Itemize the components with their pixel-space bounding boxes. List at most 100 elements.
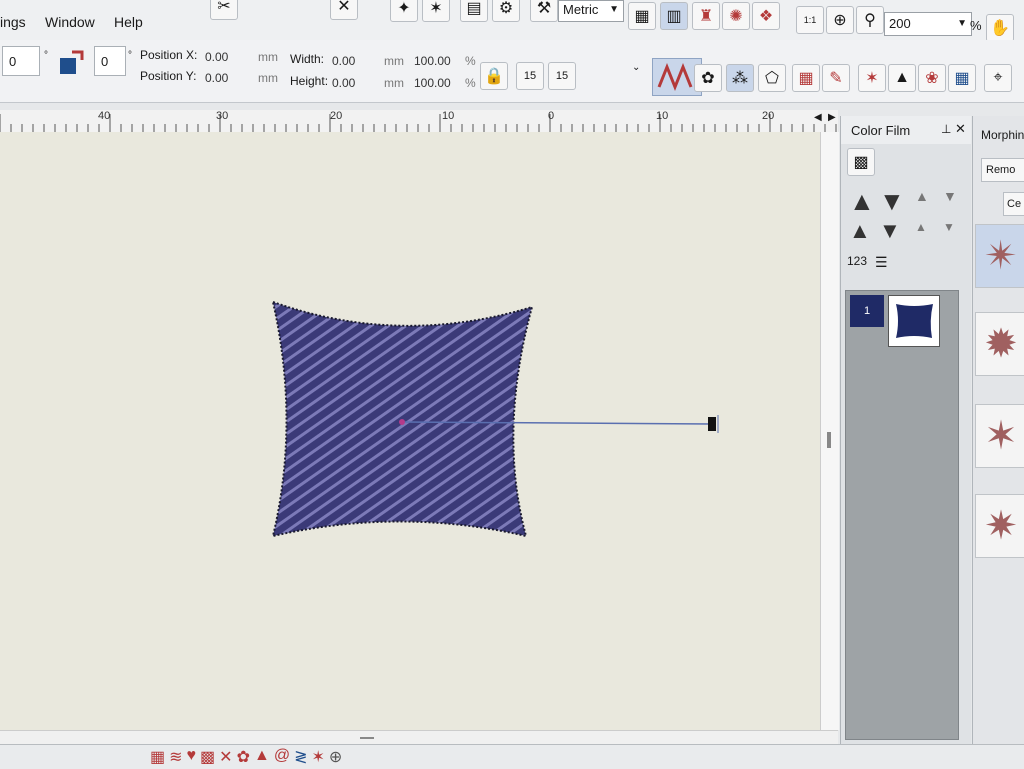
ruler-label: 40	[98, 110, 111, 122]
chevron-double-down-icon[interactable]: ⌄	[632, 62, 640, 73]
spiral-icon[interactable]: ✺	[722, 2, 750, 30]
embroidery-design[interactable]	[0, 132, 820, 730]
height-value[interactable]: 0.00	[332, 76, 355, 90]
wave-pattern-icon[interactable]: ≋	[169, 747, 182, 767]
sparkle-icon[interactable]: ✦	[390, 0, 418, 22]
menu-settings[interactable]: ings	[0, 14, 26, 30]
lock-ratio-icon[interactable]: 🔒	[480, 62, 508, 90]
vertical-scrollbar[interactable]	[820, 132, 839, 730]
height-percent[interactable]: 100.00	[414, 76, 451, 90]
scissors-icon[interactable]: ✕	[330, 0, 358, 20]
menu-window[interactable]: Window	[45, 14, 95, 30]
move-top-small-icon[interactable]: ▲	[915, 220, 927, 234]
document-icon[interactable]: ▤	[460, 0, 488, 22]
star-icon: ✹	[984, 322, 1018, 366]
image-icon[interactable]: ▦	[628, 2, 656, 30]
film-thumbnail[interactable]	[888, 295, 940, 347]
rotate-icon[interactable]	[56, 48, 86, 76]
scroll-thumb[interactable]	[360, 737, 374, 739]
morph-star-thumb[interactable]: ✴	[975, 224, 1024, 288]
settings-gear-icon[interactable]: ⚙	[492, 0, 520, 22]
quilt-icon[interactable]: ❖	[752, 2, 780, 30]
units-select[interactable]: Metric ▼	[558, 0, 624, 22]
close-icon[interactable]: ✕	[955, 121, 966, 137]
move-top-icon[interactable]: ▲	[849, 218, 871, 244]
color-film-list[interactable]: 1	[845, 290, 959, 740]
morph-star-thumb[interactable]: ✹	[975, 312, 1024, 376]
move-up-icon[interactable]: ▲	[849, 186, 875, 217]
film-index-badge[interactable]: 1	[850, 295, 884, 327]
tools-icon[interactable]: ⚒	[530, 0, 558, 22]
pin-icon[interactable]: ⊥	[941, 122, 951, 136]
ruler-label: 20	[330, 110, 343, 122]
move-down-icon[interactable]: ▼	[879, 186, 905, 217]
move-down-small-icon[interactable]: ▼	[943, 188, 957, 204]
film-icon[interactable]: ▥	[660, 2, 688, 30]
heart-pattern-icon[interactable]: ♥	[187, 747, 197, 767]
ruler-scroll-left-icon[interactable]: ◀	[814, 112, 822, 123]
position-x-unit: mm	[258, 50, 278, 64]
scatter-icon[interactable]: ⁂	[726, 64, 754, 92]
zoom-fit-icon[interactable]: ⊕	[826, 6, 854, 34]
width-value[interactable]: 0.00	[332, 54, 355, 68]
sequence-numbers-label[interactable]: 123	[847, 254, 867, 268]
stitch-tool-icon[interactable]: ✂	[210, 0, 238, 20]
color-palette-icon[interactable]: ▩	[847, 148, 875, 176]
position-x-value[interactable]: 0.00	[205, 50, 228, 64]
motif-icon[interactable]: ❀	[918, 64, 946, 92]
star-pattern-icon[interactable]: ✶	[311, 747, 324, 767]
morph-star-thumb[interactable]: ✶	[975, 404, 1024, 468]
fill-pattern-icon[interactable]: ▦	[792, 64, 820, 92]
menu-toolbar-bar: ings Window Help ✂ ✕ ✦ ✶ ▤ ⚙ ⚒ Metric ▼ …	[0, 0, 1024, 42]
position-y-value[interactable]: 0.00	[205, 71, 228, 85]
pan-hand-icon[interactable]: ✋	[986, 14, 1014, 42]
ruler-label: 10	[656, 110, 669, 122]
move-up-small-icon[interactable]: ▲	[915, 188, 929, 204]
morph-star-thumb[interactable]: ✷	[975, 494, 1024, 558]
reorder-controls: ▲ ▼ ▲ ▼ ▲ ▼ ▲ ▼	[845, 182, 967, 248]
horizontal-scrollbar[interactable]	[0, 730, 838, 745]
stitched-shape[interactable]	[271, 300, 534, 538]
position-y-label: Position Y:	[140, 69, 197, 83]
angle-input[interactable]: 0	[2, 46, 40, 76]
flower-pattern-icon[interactable]: ✿	[237, 747, 250, 767]
move-bottom-icon[interactable]: ▼	[879, 218, 901, 244]
cross-pattern-icon[interactable]: ✕	[219, 747, 232, 767]
stitch-count-alt-icon[interactable]: 15	[548, 62, 576, 90]
chevron-down-icon: ▼	[957, 18, 967, 29]
sequence-list-icon[interactable]: ☰	[875, 254, 888, 271]
move-bottom-small-icon[interactable]: ▼	[943, 220, 955, 234]
polygon-icon[interactable]: ⬠	[758, 64, 786, 92]
triangle-pattern-icon[interactable]: ▲	[254, 747, 270, 767]
fill-pattern-icon[interactable]: ▦	[150, 747, 165, 767]
grid-icon[interactable]: ▦	[948, 64, 976, 92]
design-canvas[interactable]	[0, 132, 820, 730]
center-point[interactable]	[399, 419, 405, 425]
flower-icon[interactable]: ✿	[694, 64, 722, 92]
shapes-icon[interactable]: ▲	[888, 64, 916, 92]
degree-symbol: °	[44, 50, 48, 61]
grid-pattern-icon[interactable]: ▩	[200, 747, 215, 767]
zigzag-pattern-icon[interactable]: ≷	[294, 747, 307, 767]
ruler-scroll-right-icon[interactable]: ▶	[828, 112, 836, 123]
ruler-label: 30	[216, 110, 229, 122]
rotate-value: 0	[101, 54, 109, 69]
width-percent[interactable]: 100.00	[414, 54, 451, 68]
globe-pattern-icon[interactable]: ⊕	[329, 747, 342, 767]
remove-button[interactable]: Remo	[981, 158, 1024, 182]
star-frame-icon[interactable]: ✶	[422, 0, 450, 22]
scroll-thumb[interactable]	[827, 432, 831, 448]
stitch-count-icon[interactable]: 15	[516, 62, 544, 90]
rotation-handle[interactable]	[708, 417, 716, 431]
target-icon[interactable]: ⌖	[984, 64, 1012, 92]
menu-help[interactable]: Help	[114, 14, 143, 30]
star-icon[interactable]: ✶	[858, 64, 886, 92]
rotate-input[interactable]: 0	[94, 46, 126, 76]
zoom-icon[interactable]: ⚲	[856, 6, 884, 34]
swirl-pattern-icon[interactable]: @	[274, 747, 290, 767]
center-button[interactable]: Ce	[1003, 192, 1024, 216]
stamp-icon[interactable]: ♜	[692, 2, 720, 30]
zoom-actual-icon[interactable]: 1:1	[796, 6, 824, 34]
pencil-icon[interactable]: ✎	[822, 64, 850, 92]
zoom-input[interactable]: 200 ▼	[884, 12, 972, 36]
